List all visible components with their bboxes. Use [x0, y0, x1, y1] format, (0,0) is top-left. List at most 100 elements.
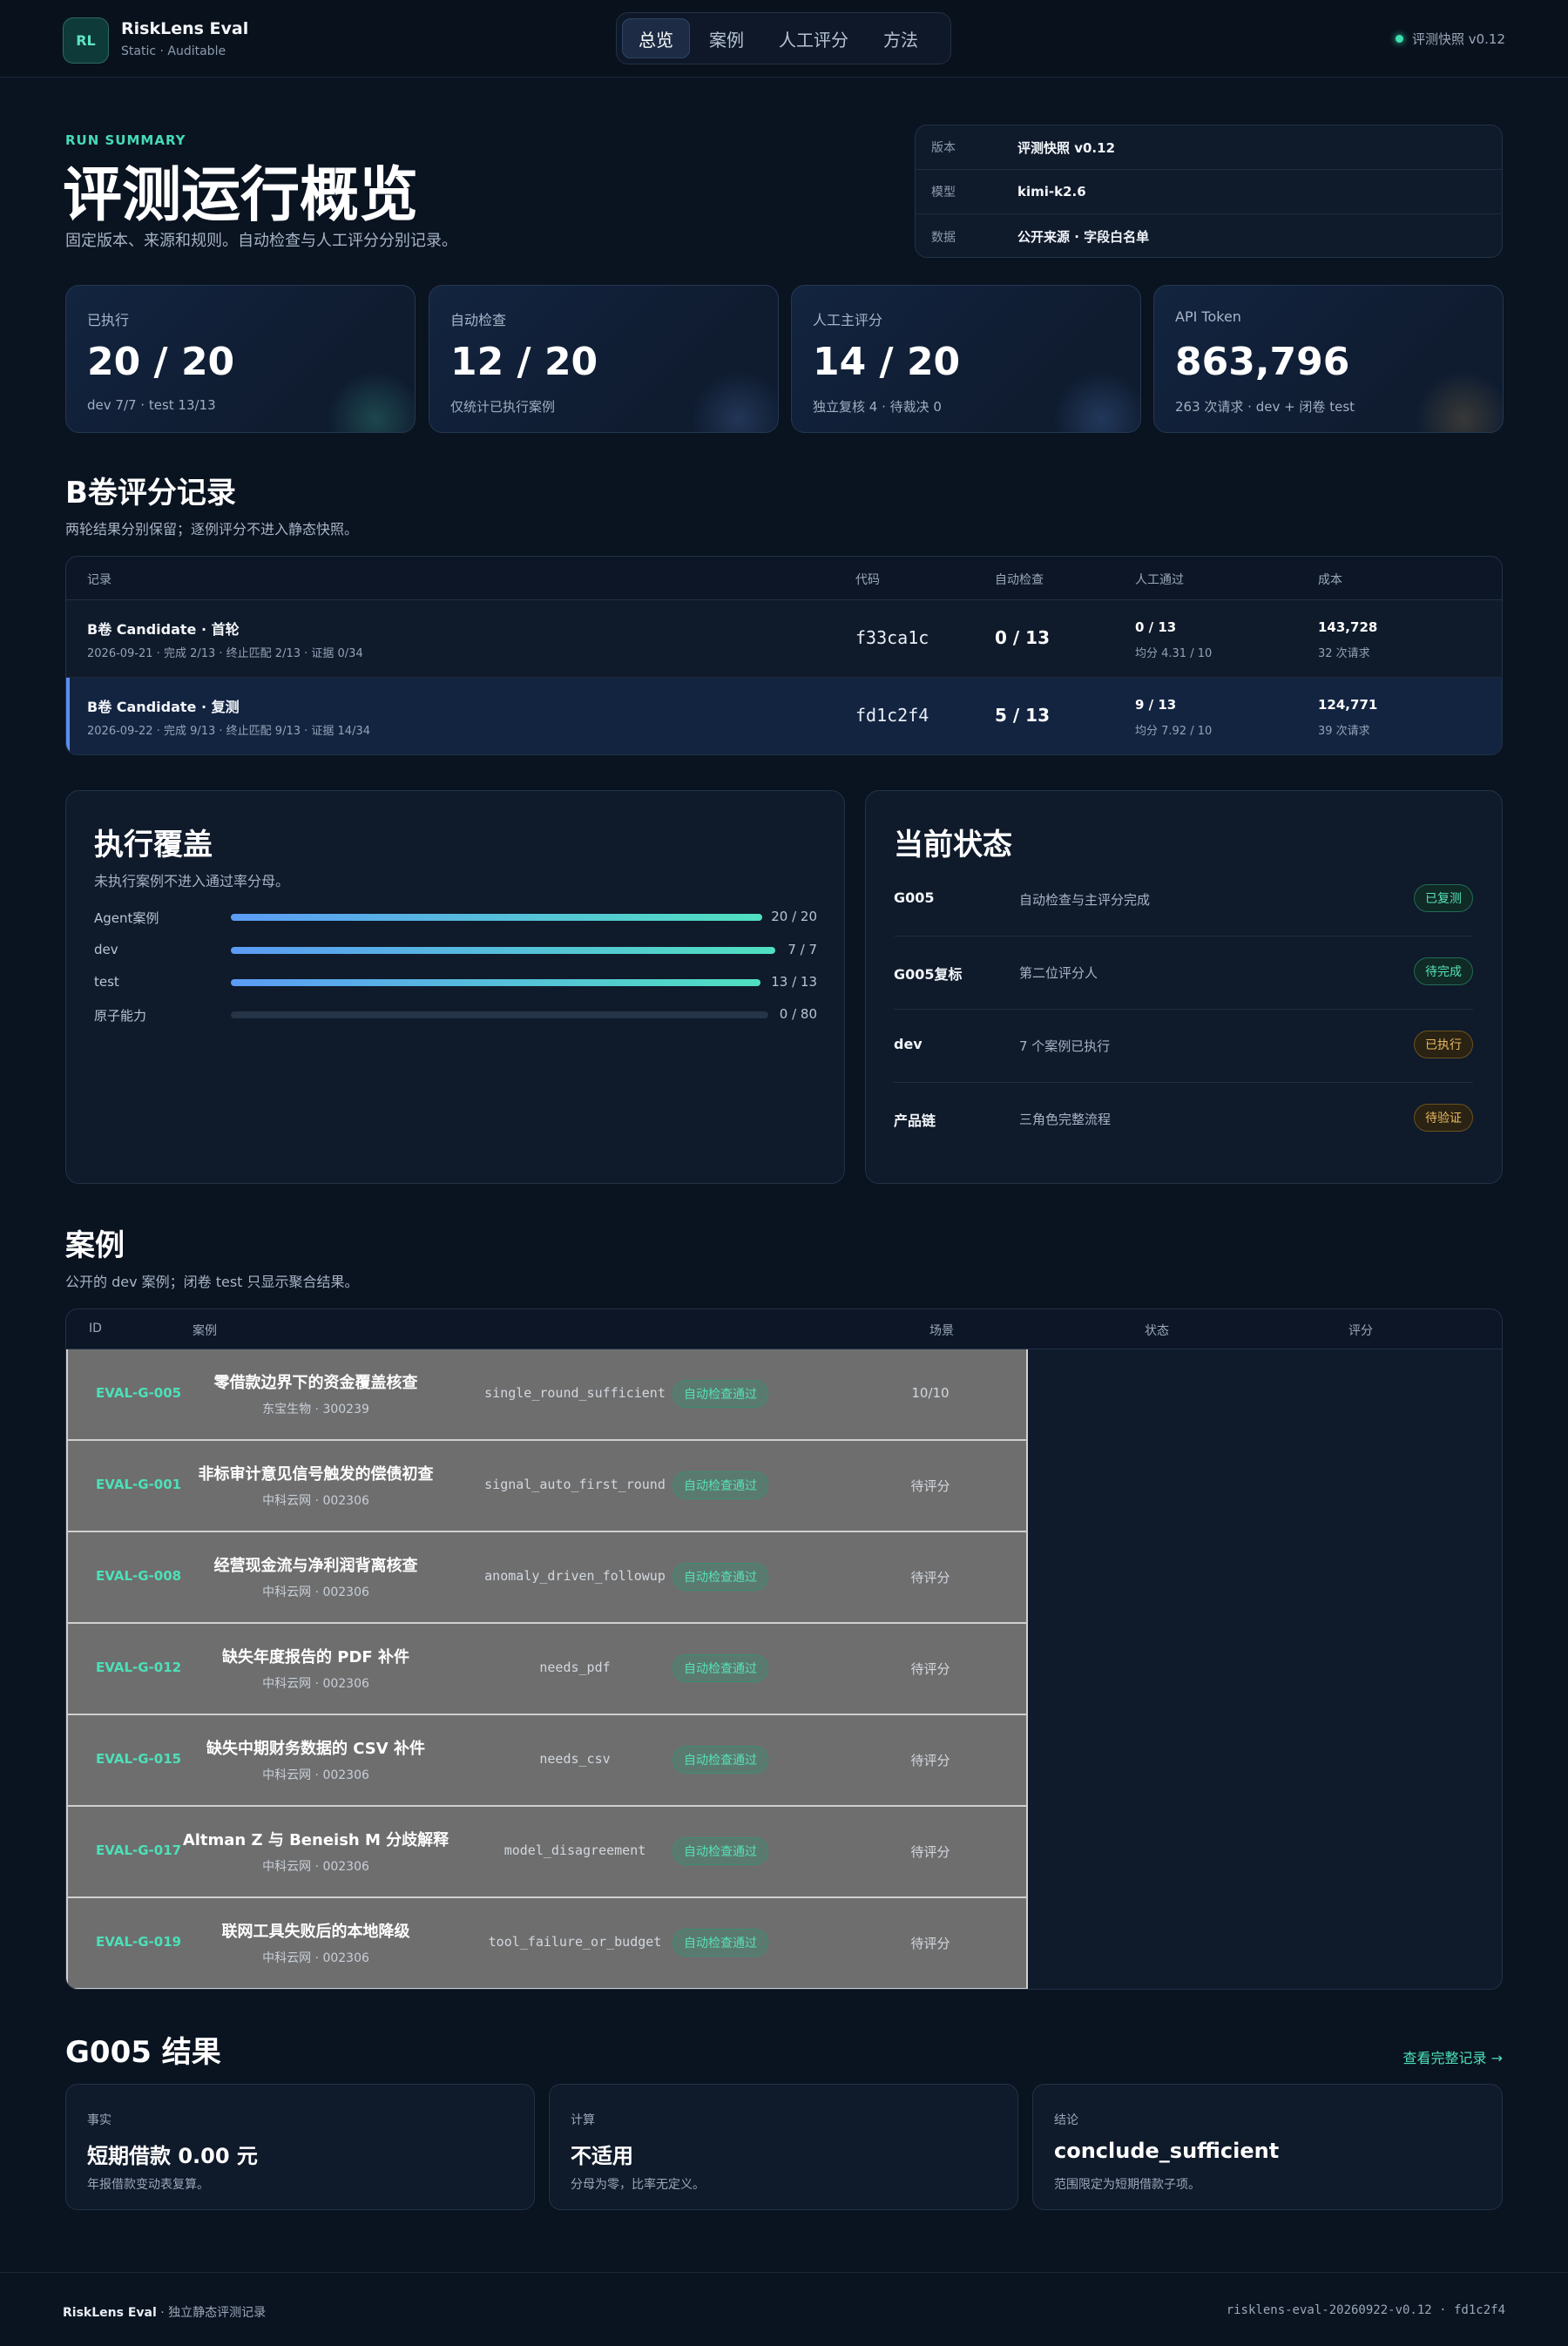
case-status-badge: 自动检查通过: [672, 1929, 768, 1957]
stat-card-manual-score: 人工主评分 14 / 20 独立复核 4 · 待裁决 0: [791, 285, 1141, 433]
stat-value: 12 / 20: [450, 340, 598, 384]
coverage-bar: [231, 914, 762, 921]
meta-row-version: 版本 评测快照 v0.12: [916, 125, 1502, 170]
result-value: 不适用: [571, 2144, 633, 2168]
view-full-record-link[interactable]: 查看完整记录 →: [1403, 2046, 1504, 2067]
record-cost: 124,771: [1318, 697, 1378, 713]
record-meta: 2026-09-22 · 完成 9/13 · 终止匹配 9/13 · 证据 14…: [87, 725, 370, 738]
stat-value: 863,796: [1175, 340, 1350, 384]
results-title: G005 结果: [65, 2035, 221, 2070]
col-record: 记录: [87, 573, 112, 587]
case-score: 待评分: [910, 1844, 950, 1860]
status-title: 当前状态: [894, 828, 1012, 862]
footer: RiskLens Eval · 独立静态评测记录 risklens-eval-2…: [0, 2272, 1568, 2346]
case-title: 经营现金流与净利润背离核查: [213, 1557, 418, 1575]
table-header: ID 案例 场景 状态 评分: [66, 1309, 1502, 1349]
col-auto: 自动检查: [995, 573, 1044, 587]
meta-value: 评测快照 v0.12: [1017, 139, 1116, 156]
footer-build: risklens-eval-20260922-v0.12 · fd1c2f4: [1226, 2303, 1505, 2317]
coverage-row-dev: dev 7 / 7: [94, 940, 817, 961]
case-company: 中科云网 · 002306: [262, 1585, 369, 1599]
case-company: 中科云网 · 002306: [262, 1951, 369, 1965]
record-avg: 均分 4.31 / 10: [1135, 647, 1213, 660]
nav-manual-scoring[interactable]: 人工评分: [763, 18, 864, 58]
table-row[interactable]: B卷 Candidate · 复测 2026-09-22 · 完成 9/13 ·…: [66, 678, 1502, 754]
b-section-subtitle: 两轮结果分别保留；逐例评分不进入静态快照。: [65, 521, 359, 537]
coverage-value: 7 / 7: [787, 942, 817, 957]
case-scene: model_disagreement: [504, 1842, 646, 1858]
case-title: 联网工具失败后的本地降级: [221, 1923, 410, 1941]
page-subtitle: 固定版本、来源和规则。自动检查与人工评分分别记录。: [65, 232, 457, 250]
stat-label: 人工主评分: [813, 312, 883, 328]
coverage-row-atomic: 原子能力 0 / 80: [94, 1004, 817, 1025]
snapshot-indicator: 评测快照 v0.12: [1395, 30, 1505, 48]
nav-overview[interactable]: 总览: [622, 18, 690, 58]
coverage-value: 0 / 80: [779, 1006, 817, 1022]
stat-label: 已执行: [87, 312, 130, 328]
brand-logo-icon[interactable]: RL: [63, 17, 109, 64]
run-meta-card: 版本 评测快照 v0.12 模型 kimi-k2.6 数据 公开来源 · 字段白…: [915, 125, 1503, 258]
result-card-fact: 事实 短期借款 0.00 元 年报借款变动表复算。: [65, 2084, 535, 2210]
page-title: 评测运行概览: [63, 161, 419, 230]
coverage-bar: [231, 979, 760, 986]
col-code: 代码: [855, 573, 880, 587]
status-dot-icon: [1395, 35, 1403, 43]
coverage-panel: 执行覆盖 未执行案例不进入通过率分母。 Agent案例 20 / 20 dev …: [65, 790, 845, 1184]
table-row[interactable]: B卷 Candidate · 首轮 2026-09-21 · 完成 2/13 ·…: [66, 600, 1502, 678]
status-badge: 待完成: [1414, 957, 1473, 985]
case-score: 待评分: [910, 1936, 950, 1951]
status-key: G005复标: [894, 966, 963, 983]
case-score: 待评分: [910, 1661, 950, 1677]
status-badge: 已复测: [1414, 884, 1473, 912]
case-status-badge: 自动检查通过: [672, 1746, 768, 1774]
case-status-badge: 自动检查通过: [672, 1837, 768, 1865]
status-row: G005 自动检查与主评分完成 已复测: [894, 863, 1473, 936]
case-score: 待评分: [910, 1753, 950, 1768]
table-row[interactable]: EVAL-G-005 零借款边界下的资金覆盖核查 东宝生物 · 300239 s…: [66, 1349, 1028, 1441]
table-row[interactable]: EVAL-G-019 联网工具失败后的本地降级 中科云网 · 002306 to…: [66, 1898, 1028, 1989]
case-title: 缺失年度报告的 PDF 补件: [222, 1648, 409, 1667]
coverage-fill: [231, 947, 775, 954]
case-company: 中科云网 · 002306: [262, 1768, 369, 1782]
nav-cases[interactable]: 案例: [693, 18, 760, 58]
table-row[interactable]: EVAL-G-015 缺失中期财务数据的 CSV 补件 中科云网 · 00230…: [66, 1715, 1028, 1807]
case-scene: needs_csv: [539, 1751, 611, 1767]
table-header: 记录 代码 自动检查 人工通过 成本: [66, 557, 1502, 600]
table-row[interactable]: EVAL-G-008 经营现金流与净利润背离核查 中科云网 · 002306 a…: [66, 1532, 1028, 1624]
stat-note: 263 次请求 · dev + 闭卷 test: [1175, 399, 1355, 415]
record-title: B卷 Candidate · 首轮: [87, 621, 240, 638]
meta-row-data: 数据 公开来源 · 字段白名单: [916, 214, 1502, 257]
coverage-fill: [231, 914, 762, 921]
case-title: Altman Z 与 Beneish M 分歧解释: [182, 1831, 449, 1849]
meta-key: 版本: [931, 141, 956, 155]
table-row[interactable]: EVAL-G-017 Altman Z 与 Beneish M 分歧解释 中科云…: [66, 1807, 1028, 1898]
result-value: 短期借款 0.00 元: [87, 2144, 258, 2168]
table-row[interactable]: EVAL-G-012 缺失年度报告的 PDF 补件 中科云网 · 002306 …: [66, 1624, 1028, 1715]
col-id: ID: [89, 1322, 102, 1335]
stat-label: 自动检查: [450, 312, 507, 328]
result-note: 范围限定为短期借款子项。: [1054, 2178, 1200, 2192]
nav-methods[interactable]: 方法: [868, 18, 934, 58]
result-card-conclusion: 结论 conclude_sufficient 范围限定为短期借款子项。: [1032, 2084, 1503, 2210]
col-manual: 人工通过: [1135, 573, 1184, 587]
status-key: G005: [894, 889, 935, 906]
record-auto: 0 / 13: [995, 627, 1050, 648]
table-row[interactable]: EVAL-G-001 非标审计意见信号触发的偿债初查 中科云网 · 002306…: [66, 1441, 1028, 1532]
meta-value: kimi-k2.6: [1017, 184, 1086, 199]
col-case: 案例: [193, 1324, 217, 1338]
record-avg: 均分 7.92 / 10: [1135, 725, 1213, 738]
result-note: 年报借款变动表复算。: [87, 2178, 209, 2192]
main-nav: 总览 案例 人工评分 方法: [616, 12, 951, 64]
status-desc: 7 个案例已执行: [1019, 1038, 1111, 1054]
coverage-row-test: test 13 / 13: [94, 972, 817, 993]
stat-note: dev 7/7 · test 13/13: [87, 397, 216, 413]
record-requests: 39 次请求: [1318, 725, 1370, 738]
result-value: conclude_sufficient: [1054, 2139, 1280, 2163]
coverage-row-agent: Agent案例 20 / 20: [94, 907, 817, 928]
cases-title: 案例: [65, 1228, 125, 1263]
case-company: 东宝生物 · 300239: [262, 1403, 369, 1416]
brand-name: RiskLens Eval: [121, 19, 249, 38]
case-title: 缺失中期财务数据的 CSV 补件: [206, 1740, 425, 1758]
record-code: fd1c2f4: [855, 705, 929, 726]
brand-tagline: Static · Auditable: [121, 44, 226, 58]
